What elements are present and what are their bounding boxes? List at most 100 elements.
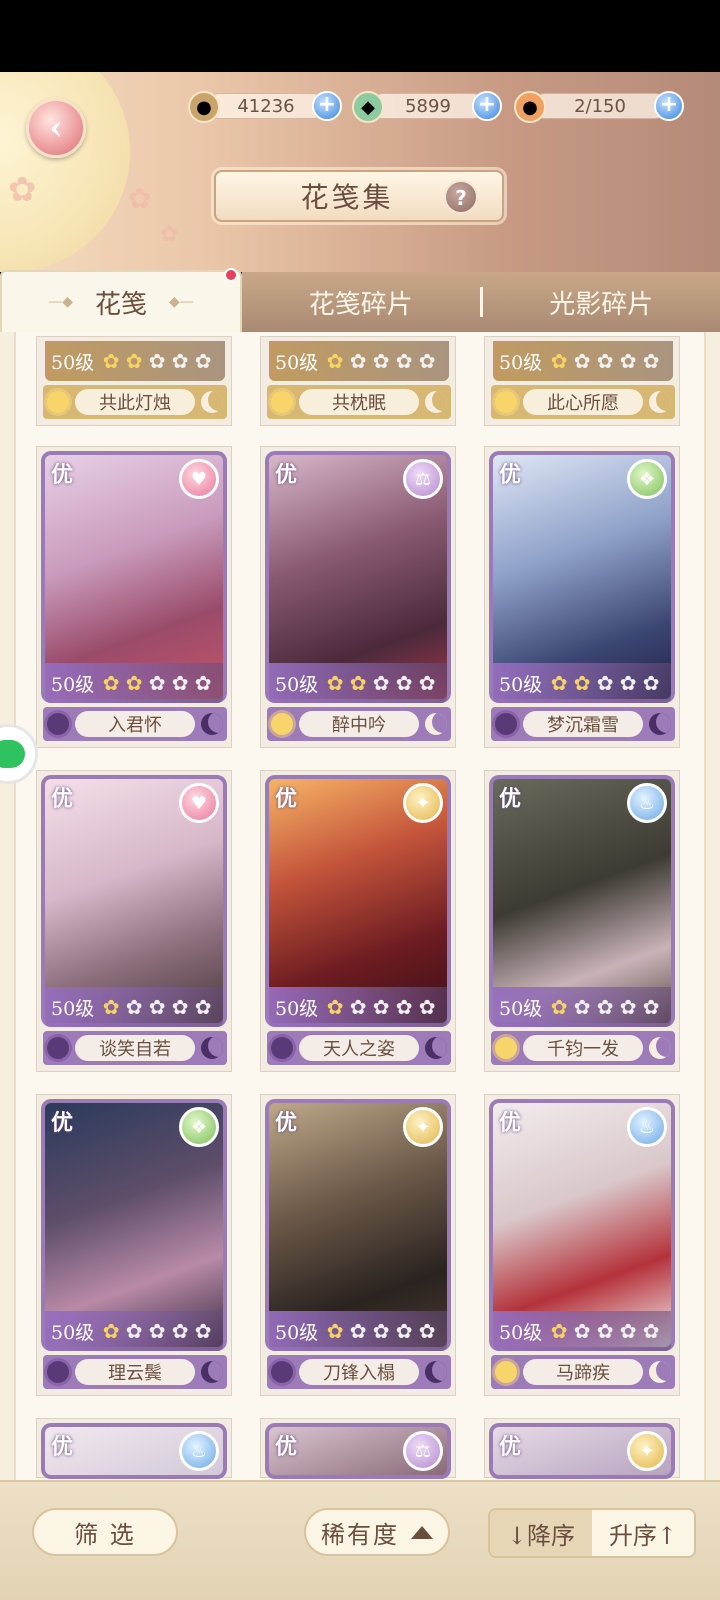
tab-cards[interactable]: —◆ 花笺 ◆—: [0, 268, 242, 332]
star-rating: ✿ ✿ ✿ ✿ ✿: [548, 1320, 663, 1342]
card-name: 梦沉霜雪: [523, 711, 643, 737]
status-bar: [0, 0, 720, 72]
flower-card[interactable]: 优 ✦: [484, 1418, 680, 1479]
flower-star-icon: ✿: [596, 349, 614, 373]
flower-star-icon: ✿: [349, 349, 367, 373]
back-arrow-icon: ‹: [49, 108, 63, 148]
sort-field-button[interactable]: 稀有度: [304, 1508, 450, 1556]
moon-icon: [425, 1037, 447, 1059]
flower-card[interactable]: 优 ✦ 50级 ✿ ✿ ✿ ✿ ✿ 天人之姿: [260, 770, 456, 1072]
rarity-label: 优: [499, 786, 522, 812]
flower-card[interactable]: 50级 ✿ ✿ ✿ ✿ ✿ 此心所愿: [484, 336, 680, 426]
stamina-cake-icon: ●: [514, 91, 546, 123]
filter-button[interactable]: 筛 选: [32, 1508, 178, 1556]
bird-icon: ✦: [403, 783, 443, 823]
card-name-bar: 此心所愿: [491, 385, 675, 419]
flower-star-icon: ✿: [642, 995, 660, 1019]
flower-star-icon: ✿: [125, 1319, 143, 1343]
card-name: 刀锋入榻: [299, 1359, 419, 1385]
card-level: 50级: [499, 351, 543, 374]
card-level: 50级: [51, 673, 95, 696]
card-name-bar: 共枕眠: [267, 385, 451, 419]
triangle-up-icon: [411, 1525, 433, 1539]
sun-icon: [47, 1037, 69, 1059]
help-button[interactable]: ?: [444, 180, 478, 214]
flower-star-icon: ✿: [194, 1319, 212, 1343]
flower-star-icon: ✿: [148, 671, 166, 695]
moon-icon: [201, 713, 223, 735]
flower-card[interactable]: 优 ⚖: [260, 1418, 456, 1479]
paw-coin-icon: ●: [188, 91, 220, 123]
sun-icon: [271, 1037, 293, 1059]
card-name-bar: 马蹄疾: [491, 1355, 675, 1389]
tab-bar: —◆ 花笺 ◆— 花笺碎片 光影碎片: [0, 268, 720, 332]
flower-star-icon: ✿: [125, 671, 143, 695]
rarity-label: 优: [275, 786, 298, 812]
leaf-icon: ❖: [179, 1107, 219, 1147]
star-rating: ✿ ✿ ✿ ✿ ✿: [324, 996, 439, 1018]
flower-card[interactable]: 优 ♨ 50级 ✿ ✿ ✿ ✿ ✿ 千钧一发: [484, 770, 680, 1072]
sun-icon: [495, 1361, 517, 1383]
sun-icon: [47, 1361, 69, 1383]
card-name-bar: 刀锋入榻: [267, 1355, 451, 1389]
flower-star-icon: ✿: [550, 1319, 568, 1343]
flame-icon: ♨: [627, 783, 667, 823]
sun-icon: [495, 713, 517, 735]
card-level: 50级: [51, 1321, 95, 1344]
card-name-bar: 共此灯烛: [43, 385, 227, 419]
card-name: 马蹄疾: [523, 1359, 643, 1385]
card-frame: 优 ⚖: [265, 1423, 451, 1479]
flower-card[interactable]: 优 ♥ 50级 ✿ ✿ ✿ ✿ ✿ 入君怀: [36, 446, 232, 748]
moon-icon: [201, 1361, 223, 1383]
flower-card[interactable]: 优 ♨: [36, 1418, 232, 1479]
flower-star-icon: ✿: [642, 671, 660, 695]
card-frame: 优 ⚖ 50级 ✿ ✿ ✿ ✿ ✿: [265, 451, 451, 703]
card-name-bar: 千钧一发: [491, 1031, 675, 1065]
flower-card[interactable]: 50级 ✿ ✿ ✿ ✿ ✿ 共此灯烛: [36, 336, 232, 426]
currency-value: 41236: [206, 93, 326, 119]
card-frame: 优 ❖ 50级 ✿ ✿ ✿ ✿ ✿: [489, 451, 675, 703]
flower-card[interactable]: 优 ❖ 50级 ✿ ✿ ✿ ✿ ✿ 理云鬓: [36, 1094, 232, 1396]
flower-star-icon: ✿: [619, 1319, 637, 1343]
question-icon: ?: [455, 186, 467, 210]
sun-icon: [47, 391, 69, 413]
level-bar: 50级 ✿ ✿ ✿ ✿ ✿: [269, 341, 449, 381]
tab-card-fragments[interactable]: 花笺碎片: [242, 284, 480, 321]
sort-asc-button[interactable]: 升序↑: [592, 1510, 694, 1556]
level-bar: 50级 ✿ ✿ ✿ ✿ ✿: [493, 987, 671, 1027]
star-rating: ✿ ✿ ✿ ✿ ✿: [548, 350, 663, 372]
level-bar: 50级 ✿ ✿ ✿ ✿ ✿: [493, 341, 673, 381]
add-paw-button[interactable]: +: [312, 91, 342, 121]
tab-light-fragments[interactable]: 光影碎片: [483, 284, 720, 321]
flower-card[interactable]: 优 ⚖ 50级 ✿ ✿ ✿ ✿ ✿ 醉中吟: [260, 446, 456, 748]
card-name: 天人之姿: [299, 1035, 419, 1061]
star-rating: ✿ ✿ ✿ ✿ ✿: [100, 350, 215, 372]
level-bar: 50级 ✿ ✿ ✿ ✿ ✿: [45, 663, 223, 703]
back-button[interactable]: ‹: [26, 98, 86, 158]
flower-card[interactable]: 优 ♨ 50级 ✿ ✿ ✿ ✿ ✿ 马蹄疾: [484, 1094, 680, 1396]
moon-icon: [425, 713, 447, 735]
flower-card[interactable]: 50级 ✿ ✿ ✿ ✿ ✿ 共枕眠: [260, 336, 456, 426]
flower-card[interactable]: 优 ♥ 50级 ✿ ✿ ✿ ✿ ✿ 谈笑自若: [36, 770, 232, 1072]
flower-star-icon: ✿: [349, 1319, 367, 1343]
flower-star-icon: ✿: [148, 995, 166, 1019]
card-level: 50级: [499, 673, 543, 696]
flower-card[interactable]: 优 ❖ 50级 ✿ ✿ ✿ ✿ ✿ 梦沉霜雪: [484, 446, 680, 748]
add-jade-button[interactable]: +: [472, 91, 502, 121]
sort-desc-button[interactable]: ↓降序: [490, 1510, 592, 1556]
add-stamina-button[interactable]: +: [654, 91, 684, 121]
flower-star-icon: ✿: [573, 349, 591, 373]
rarity-label: 优: [275, 462, 298, 488]
card-name: 千钧一发: [523, 1035, 643, 1061]
flower-card[interactable]: 优 ✦ 50级 ✿ ✿ ✿ ✿ ✿ 刀锋入榻: [260, 1094, 456, 1396]
flower-star-icon: ✿: [619, 671, 637, 695]
flower-star-icon: ✿: [642, 1319, 660, 1343]
flower-star-icon: ✿: [418, 1319, 436, 1343]
level-bar: 50级 ✿ ✿ ✿ ✿ ✿: [493, 1311, 671, 1351]
card-name: 共此灯烛: [75, 389, 195, 415]
page-title: 花笺集: [300, 181, 394, 214]
card-frame: 优 ♨ 50级 ✿ ✿ ✿ ✿ ✿: [489, 775, 675, 1027]
card-list[interactable]: 50级 ✿ ✿ ✿ ✿ ✿ 共此灯烛 50级 ✿ ✿ ✿ ✿ ✿ 共枕眠 50级 ✿ ✿ ✿ ✿ ✿ 此心所愿优 ♥ 50级…: [0, 332, 720, 1480]
card-name-bar: 理云鬓: [43, 1355, 227, 1389]
moon-icon: [649, 1361, 671, 1383]
